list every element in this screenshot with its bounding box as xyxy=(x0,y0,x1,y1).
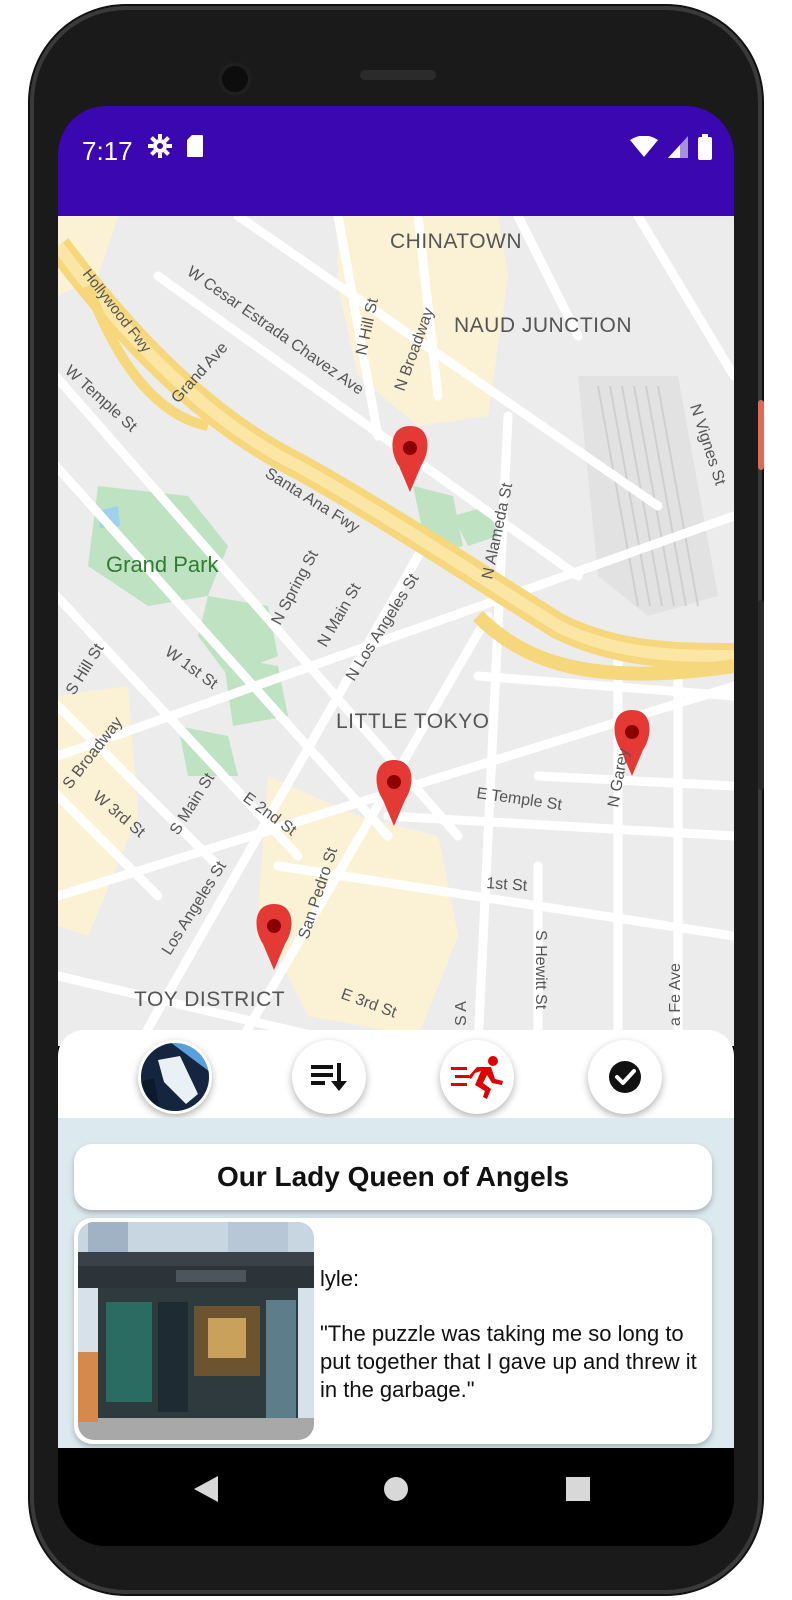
battery-icon xyxy=(698,134,712,160)
avatar-button[interactable] xyxy=(138,1040,212,1114)
system-nav-bar xyxy=(58,1448,734,1546)
back-icon[interactable] xyxy=(192,1474,220,1504)
status-bar: 7:17 xyxy=(58,106,734,216)
recents-icon[interactable] xyxy=(564,1474,592,1504)
home-icon[interactable] xyxy=(382,1474,410,1504)
status-left-icons xyxy=(148,134,204,158)
map-label: a Fe Ave xyxy=(667,963,684,1026)
map-label: S Hill St xyxy=(63,640,108,698)
check-circle-icon xyxy=(609,1061,641,1093)
map-label: LITTLE TOKYO xyxy=(336,710,489,733)
location-photo xyxy=(78,1222,314,1440)
status-right-icons xyxy=(630,134,712,160)
check-button[interactable] xyxy=(588,1040,662,1114)
cell-signal-icon xyxy=(668,136,688,158)
map-label: TOY DISTRICT xyxy=(134,988,285,1011)
comment-text: "The puzzle was taking me so long to put… xyxy=(320,1321,697,1402)
map-label: 1st St xyxy=(486,875,529,895)
map-label: S Main St xyxy=(167,770,218,838)
map-marker[interactable] xyxy=(392,426,428,492)
volume-button xyxy=(758,600,764,790)
power-button xyxy=(758,400,764,470)
action-toolbar xyxy=(58,1030,734,1126)
map-canvas: CHINATOWN NAUD JUNCTION LITTLE TOKYO TOY… xyxy=(58,216,734,1046)
map-label: CHINATOWN xyxy=(390,230,522,253)
map-label: S A xyxy=(453,1001,470,1026)
wifi-icon xyxy=(630,136,658,157)
comment-card[interactable]: lyle: "The puzzle was taking me so long … xyxy=(74,1218,712,1444)
location-title: Our Lady Queen of Angels xyxy=(216,1161,570,1192)
running-person-icon xyxy=(451,1056,503,1099)
status-time: 7:17 xyxy=(82,136,133,166)
map-label: N Spring St xyxy=(269,547,323,628)
settings-icon xyxy=(148,134,172,158)
map-label: Grand Park xyxy=(106,552,219,577)
map-label: S Hewitt St xyxy=(532,930,549,1010)
sort-down-icon xyxy=(311,1063,347,1091)
earpiece-speaker xyxy=(360,70,436,80)
avatar-icon xyxy=(141,1043,209,1111)
run-button[interactable] xyxy=(440,1040,514,1114)
location-panel: Our Lady Queen of Angels lyle: "The puzz… xyxy=(58,1118,734,1448)
location-title-card[interactable]: Our Lady Queen of Angels xyxy=(74,1144,712,1210)
comment-author: lyle: xyxy=(320,1266,360,1291)
front-camera xyxy=(218,62,252,96)
screen: 7:17 CHINATOWN NAUD JUNCTION LITTLE TOKY… xyxy=(58,106,734,1546)
sort-button[interactable] xyxy=(292,1040,366,1114)
sd-card-icon xyxy=(187,135,203,157)
map-label: NAUD JUNCTION xyxy=(454,314,632,337)
map-view[interactable]: CHINATOWN NAUD JUNCTION LITTLE TOKYO TOY… xyxy=(58,216,734,1046)
map-label: N Main St xyxy=(315,580,365,650)
